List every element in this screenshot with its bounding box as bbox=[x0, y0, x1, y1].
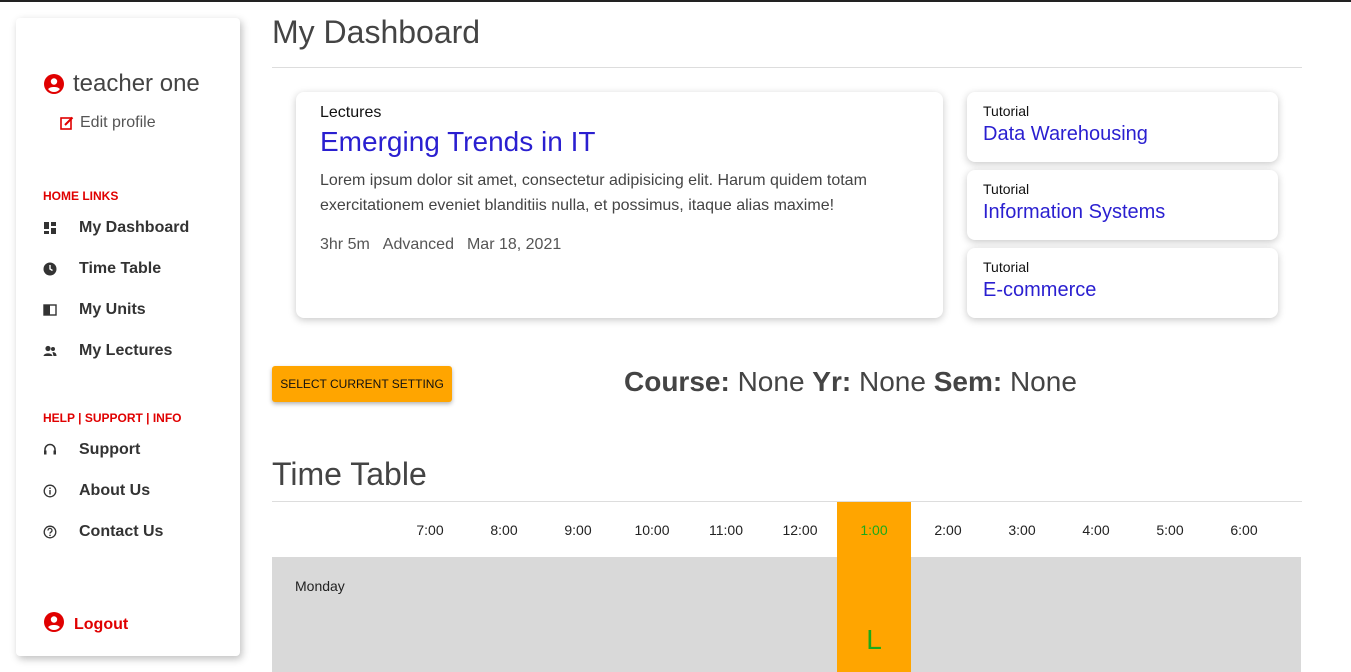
year-value: None bbox=[858, 366, 926, 397]
timetable-hour: 10:00 bbox=[634, 521, 670, 538]
info-icon bbox=[43, 484, 57, 498]
dashboard-icon bbox=[44, 222, 56, 234]
timetable-hour: 12:00 bbox=[782, 521, 818, 538]
logout-label: Logout bbox=[74, 616, 129, 633]
sem-label: Sem: bbox=[933, 366, 1003, 397]
timetable-hour: 1:00 bbox=[837, 502, 911, 557]
lecture-date: Mar 18, 2021 bbox=[466, 236, 562, 253]
timetable-hour: 7:00 bbox=[416, 521, 444, 538]
lecture-meta: 3hr 5m Advanced Mar 18, 2021 bbox=[320, 236, 574, 254]
course-value: None bbox=[737, 366, 805, 397]
headset-icon bbox=[44, 443, 56, 455]
timetable-slot[interactable]: L bbox=[837, 557, 911, 672]
sidebar-item-support[interactable]: Support bbox=[43, 441, 140, 459]
tutorial-title[interactable]: Information Systems bbox=[983, 201, 1165, 224]
day-label: Monday bbox=[295, 578, 345, 594]
user-name: teacher one bbox=[73, 70, 200, 97]
tutorial-card[interactable]: Tutorial Data Warehousing bbox=[967, 92, 1278, 162]
timetable-header: 7:00 8:00 9:00 10:00 11:00 12:00 1:00 2:00 3:00 4… bbox=[272, 502, 1301, 557]
timetable-title: Time Table bbox=[272, 456, 427, 492]
tutorial-kind: Tutorial bbox=[983, 259, 1030, 275]
account-circle-icon bbox=[44, 612, 64, 632]
help-circle-icon bbox=[43, 525, 57, 539]
lecture-level: Advanced bbox=[382, 236, 454, 253]
timetable-hour: 11:00 bbox=[709, 521, 743, 538]
timetable-hour: 4:00 bbox=[1082, 521, 1110, 538]
sidebar-item-about-us[interactable]: About Us bbox=[43, 482, 150, 500]
edit-icon bbox=[60, 116, 74, 130]
home-links-title: HOME LINKS bbox=[43, 189, 119, 203]
timetable-hour: 8:00 bbox=[490, 521, 518, 538]
sidebar-item-label: About Us bbox=[79, 482, 151, 499]
lecture-title-link[interactable]: Emerging Trends in IT bbox=[320, 126, 595, 158]
lecture-kind: Lectures bbox=[320, 104, 382, 121]
sidebar-item-contact-us[interactable]: Contact Us bbox=[43, 523, 163, 541]
sidebar-item-label: My Lectures bbox=[79, 342, 173, 359]
page-title: My Dashboard bbox=[272, 14, 481, 50]
timetable-hour: 2:00 bbox=[934, 521, 962, 538]
timetable-row: Monday L bbox=[272, 557, 1301, 672]
sem-value: None bbox=[1009, 366, 1077, 397]
logout-button[interactable]: Logout bbox=[44, 610, 128, 634]
sidebar-item-label: Support bbox=[79, 441, 141, 458]
timetable-hour: 9:00 bbox=[564, 521, 592, 538]
sidebar-item-label: My Units bbox=[79, 301, 146, 318]
year-label: Yr: bbox=[812, 366, 852, 397]
select-current-setting-button[interactable]: SELECT CURRENT SETTING bbox=[272, 366, 452, 402]
sidebar: teacher one Edit profile HOME LINKS My D… bbox=[16, 18, 240, 656]
top-border bbox=[0, 0, 1351, 2]
lecture-card: Lectures Emerging Trends in IT Lorem ips… bbox=[296, 92, 943, 318]
sidebar-item-my-units[interactable]: My Units bbox=[43, 301, 146, 319]
sidebar-item-my-dashboard[interactable]: My Dashboard bbox=[43, 219, 189, 237]
sidebar-item-my-lectures[interactable]: My Lectures bbox=[43, 342, 172, 360]
timetable-hour: 6:00 bbox=[1230, 521, 1258, 538]
sidebar-item-label: Contact Us bbox=[79, 523, 164, 540]
tutorial-kind: Tutorial bbox=[983, 103, 1030, 119]
user-info: teacher one bbox=[44, 70, 200, 98]
account-circle-icon bbox=[44, 74, 64, 94]
tutorial-kind: Tutorial bbox=[983, 181, 1030, 197]
clock-icon bbox=[43, 262, 57, 276]
tutorial-title[interactable]: Data Warehousing bbox=[983, 123, 1148, 146]
lecture-description: Lorem ipsum dolor sit amet, consectetur … bbox=[320, 172, 867, 214]
edit-profile-label: Edit profile bbox=[80, 114, 156, 131]
divider bbox=[272, 67, 1302, 68]
book-icon bbox=[43, 304, 57, 316]
timetable-hour: 3:00 bbox=[1008, 521, 1036, 538]
tutorial-card[interactable]: Tutorial E-commerce bbox=[967, 248, 1278, 318]
sidebar-item-label: My Dashboard bbox=[79, 219, 190, 236]
edit-profile-link[interactable]: Edit profile bbox=[60, 114, 156, 132]
sidebar-item-label: Time Table bbox=[79, 260, 162, 277]
people-icon bbox=[43, 345, 57, 356]
timetable-hour: 5:00 bbox=[1156, 521, 1184, 538]
tutorial-title[interactable]: E-commerce bbox=[983, 279, 1096, 302]
course-label: Course: bbox=[624, 366, 730, 397]
tutorial-card[interactable]: Tutorial Information Systems bbox=[967, 170, 1278, 240]
sidebar-item-time-table[interactable]: Time Table bbox=[43, 260, 161, 278]
help-support-info-title: HELP | SUPPORT | INFO bbox=[43, 411, 182, 425]
lecture-duration: 3hr 5m bbox=[320, 236, 370, 253]
current-setting-summary: Course: None Yr: None Sem: None bbox=[624, 366, 1077, 398]
